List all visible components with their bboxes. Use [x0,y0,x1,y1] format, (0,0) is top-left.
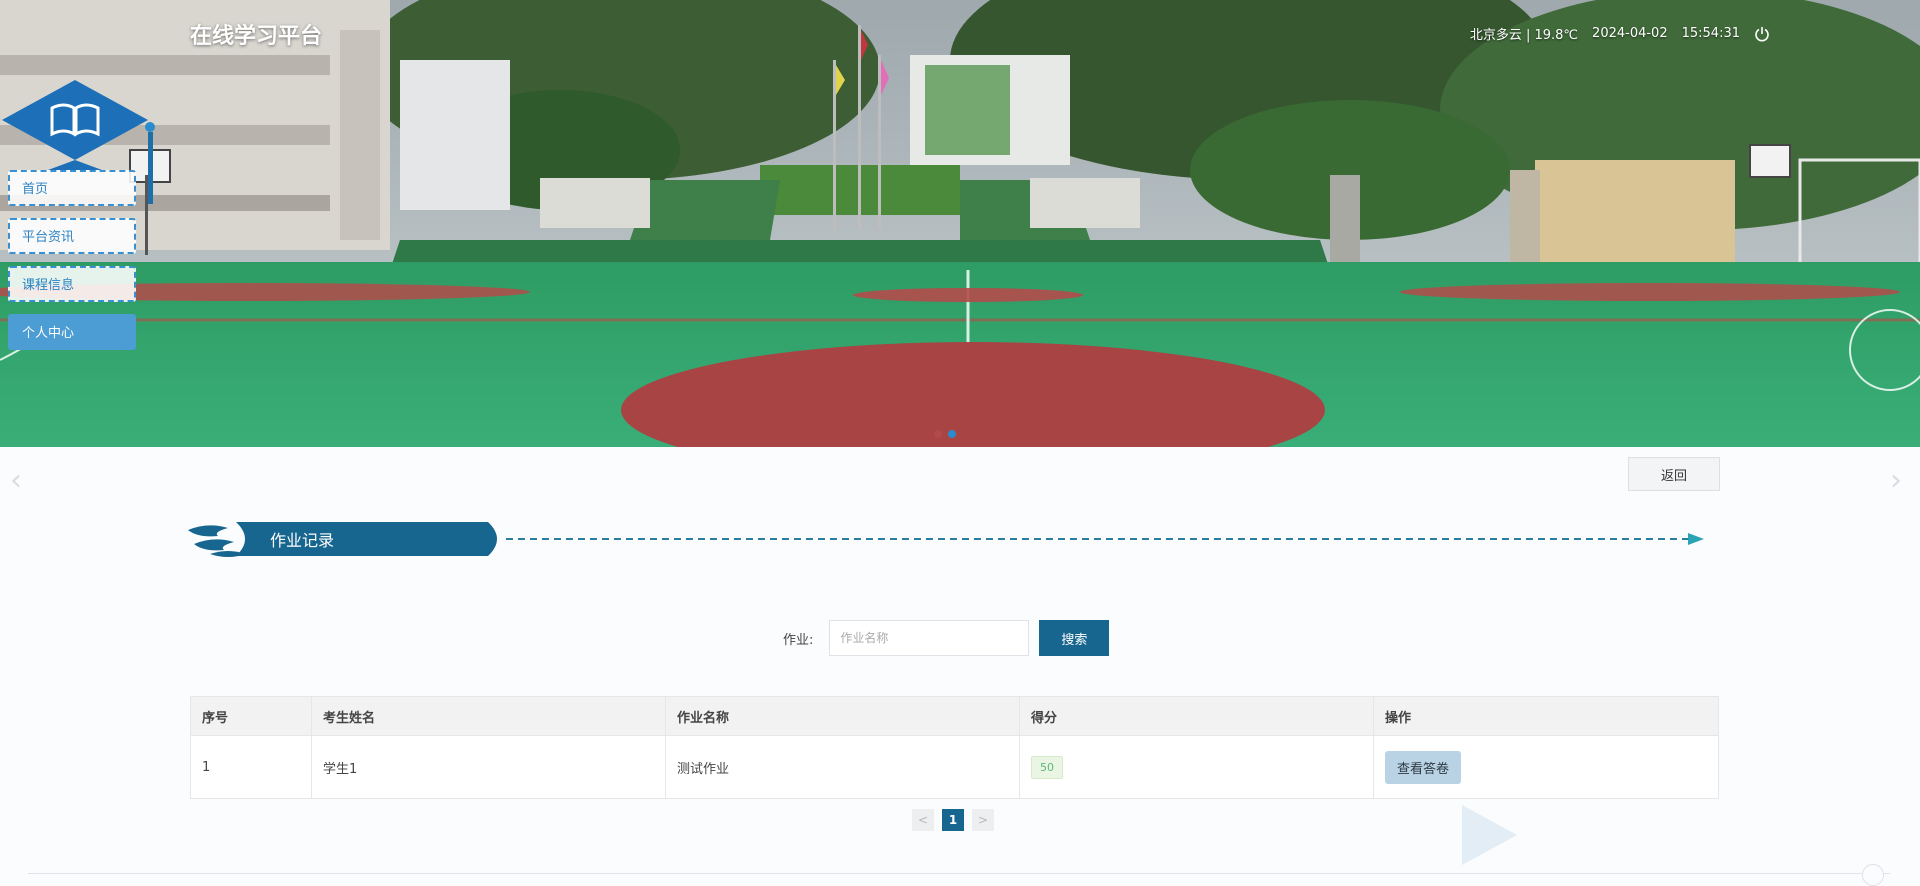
homework-name-input[interactable] [829,620,1030,656]
logo-tassel [148,132,153,204]
column-header-score: 得分 [1019,696,1374,736]
cell-actions: 查看答卷 [1373,735,1719,799]
current-page-button[interactable]: 1 [942,809,964,831]
cell-homework-name: 测试作业 [665,735,1020,799]
nav-item-courses[interactable]: 课程信息 [8,266,136,302]
table-row: 1 学生1 测试作业 50 查看答卷 [190,735,1719,799]
section-header: 作业记录 [188,518,1708,560]
nav-item-news[interactable]: 平台资讯 [8,218,136,254]
side-nav: 首页 平台资讯 课程信息 个人中心 [8,170,140,362]
search-bar: 作业: 搜索 [783,620,1110,656]
carousel-dots [934,430,956,438]
bottom-divider [28,873,1890,874]
book-icon[interactable] [2,80,148,170]
banner-image [0,0,1920,447]
cell-score: 50 [1019,735,1374,799]
prev-page-button[interactable]: < [912,809,934,831]
bottom-scroll-knob[interactable] [1862,864,1884,886]
section-header-ribbon [188,522,1704,557]
site-title: 在线学习平台 [190,24,323,49]
power-icon[interactable] [1754,26,1770,42]
column-header-actions: 操作 [1373,696,1719,736]
score-badge: 50 [1031,755,1063,779]
view-answer-button[interactable]: 查看答卷 [1385,750,1462,784]
column-header-student-name: 考生姓名 [311,696,666,736]
back-button[interactable]: 返回 [1628,457,1720,491]
search-button[interactable]: 搜索 [1039,620,1110,656]
homework-records-table: 序号 考生姓名 作业名称 得分 操作 1 学生1 测试作业 50 查看答卷 [190,696,1719,799]
topbar-info: 北京多云 | 19.8℃ 2024-04-02 15:54:31 [1470,24,1770,43]
nav-item-personal-center[interactable]: 个人中心 [8,314,136,350]
pagination: < 1 > [912,809,994,831]
date-text: 2024-04-02 [1592,26,1668,41]
carousel-prev-icon[interactable]: ‹ [10,463,22,498]
carousel-dot-1[interactable] [934,430,942,438]
banner-carousel[interactable] [0,0,1920,447]
weather-text: 北京多云 | 19.8℃ [1469,28,1579,43]
nav-item-home[interactable]: 首页 [8,170,136,206]
cell-index: 1 [190,735,312,799]
next-page-button[interactable]: > [972,809,994,831]
table-header-row: 序号 考生姓名 作业名称 得分 操作 [190,696,1719,736]
logo-pin [145,122,155,132]
carousel-dot-2[interactable] [948,430,956,438]
column-header-homework-name: 作业名称 [665,696,1020,736]
play-icon [1462,805,1517,865]
section-title: 作业记录 [270,531,335,550]
column-header-index: 序号 [190,696,312,736]
time-text: 15:54:31 [1681,26,1740,41]
search-label: 作业: [783,632,814,648]
carousel-next-icon[interactable]: › [1890,463,1902,498]
cell-student-name: 学生1 [311,735,666,799]
